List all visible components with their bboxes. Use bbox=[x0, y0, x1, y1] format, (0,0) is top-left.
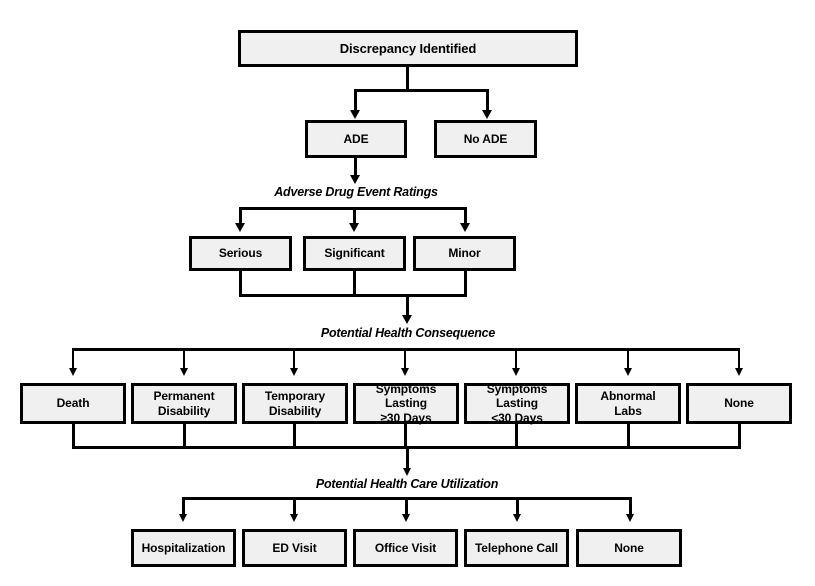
connector-death-drop bbox=[72, 348, 74, 368]
connector-hospitalization-drop bbox=[182, 497, 185, 514]
node-none-consequence: None bbox=[686, 383, 792, 424]
connector-ed-visit-drop bbox=[293, 497, 296, 514]
node-label: Serious bbox=[218, 246, 263, 261]
node-label: None bbox=[614, 540, 644, 555]
connector-temporary-disability-drop bbox=[293, 348, 295, 368]
connector-level1-bus bbox=[354, 89, 489, 92]
arrowhead-office-visit bbox=[402, 514, 410, 522]
node-ed-visit: ED Visit bbox=[242, 529, 347, 567]
connector-significant-drop bbox=[353, 207, 356, 223]
node-minor: Minor bbox=[413, 236, 516, 271]
arrowhead-permanent-disability bbox=[180, 368, 188, 376]
node-label: ADE bbox=[343, 131, 369, 146]
node-label: None bbox=[724, 396, 754, 411]
caption-adverse-drug-event-ratings: Adverse Drug Event Ratings bbox=[274, 185, 438, 199]
connector-telephone-call-drop bbox=[516, 497, 519, 514]
node-label: No ADE bbox=[463, 131, 508, 146]
node-symptoms-lasting-lt30-days: Symptoms Lasting <30 Days bbox=[464, 382, 570, 425]
arrowhead-ade bbox=[350, 110, 360, 119]
arrowhead-minor bbox=[460, 223, 470, 232]
connector-serious-drop bbox=[239, 207, 242, 223]
arrowhead-ratings-caption bbox=[350, 175, 360, 184]
connector-ade-to-ratings bbox=[354, 158, 357, 175]
connector-minor-drop bbox=[464, 207, 467, 223]
arrowhead-telephone-call bbox=[513, 514, 521, 522]
connector-noade-drop bbox=[486, 89, 489, 110]
arrowhead-abnormal-labs bbox=[624, 368, 632, 376]
node-label: Hospitalization bbox=[141, 540, 226, 555]
connector-symptoms-ge30-drop bbox=[404, 348, 406, 368]
arrowhead-ed-visit bbox=[290, 514, 298, 522]
connector-symptoms-lt30-drop bbox=[515, 348, 517, 368]
arrowhead-utilization-caption bbox=[403, 468, 411, 476]
connector-none-utilization-drop bbox=[629, 497, 632, 514]
node-telephone-call: Telephone Call bbox=[464, 529, 569, 567]
node-label: Telephone Call bbox=[474, 540, 559, 555]
node-serious: Serious bbox=[189, 236, 292, 271]
node-abnormal-labs: Abnormal Labs bbox=[575, 383, 681, 424]
node-label: Minor bbox=[448, 246, 481, 261]
arrowhead-noade bbox=[482, 110, 492, 119]
arrowhead-serious bbox=[235, 223, 245, 232]
node-label: Abnormal Labs bbox=[600, 389, 656, 418]
node-label: Permanent Disability bbox=[153, 389, 215, 418]
connector-permanent-disability-drop bbox=[183, 348, 185, 368]
node-permanent-disability: Permanent Disability bbox=[131, 383, 237, 424]
connector-merge-to-utilization bbox=[406, 446, 409, 468]
arrowhead-death bbox=[69, 368, 77, 376]
flowchart-canvas: Discrepancy Identified ADE No ADE Advers… bbox=[0, 0, 815, 586]
arrowhead-none-utilization bbox=[626, 514, 634, 522]
node-label: ED Visit bbox=[272, 540, 317, 555]
node-label: Temporary Disability bbox=[264, 389, 326, 418]
connector-root-stem bbox=[406, 67, 409, 89]
connector-ratings-merge-bar bbox=[239, 294, 467, 297]
arrowhead-consequence-caption bbox=[402, 315, 412, 324]
node-ade: ADE bbox=[305, 120, 407, 158]
arrowhead-symptoms-lt30 bbox=[512, 368, 520, 376]
connector-merge-to-consequence bbox=[406, 294, 409, 315]
node-label: Death bbox=[56, 396, 90, 411]
node-symptoms-lasting-ge30-days: Symptoms Lasting ≥30 Days bbox=[353, 382, 459, 425]
node-discrepancy-identified: Discrepancy Identified bbox=[238, 30, 578, 67]
connector-none-consequence-drop bbox=[738, 348, 740, 368]
connector-abnormal-labs-drop bbox=[627, 348, 629, 368]
node-none-utilization: None bbox=[576, 529, 682, 567]
node-office-visit: Office Visit bbox=[353, 529, 458, 567]
node-temporary-disability: Temporary Disability bbox=[242, 383, 348, 424]
arrowhead-symptoms-ge30 bbox=[401, 368, 409, 376]
node-label: Significant bbox=[324, 246, 385, 261]
connector-office-visit-drop bbox=[405, 497, 408, 514]
node-hospitalization: Hospitalization bbox=[131, 529, 236, 567]
node-label: Symptoms Lasting ≥30 Days bbox=[375, 382, 437, 425]
node-no-ade: No ADE bbox=[434, 120, 537, 158]
node-label: Symptoms Lasting <30 Days bbox=[486, 382, 548, 425]
connector-consequence-bus bbox=[72, 348, 740, 351]
node-label: Office Visit bbox=[374, 540, 437, 555]
node-significant: Significant bbox=[303, 236, 406, 271]
arrowhead-significant bbox=[349, 223, 359, 232]
connector-ade-drop bbox=[354, 89, 357, 110]
node-label: Discrepancy Identified bbox=[339, 40, 477, 56]
caption-potential-health-care-utilization: Potential Health Care Utilization bbox=[315, 477, 499, 491]
arrowhead-none-consequence bbox=[735, 368, 743, 376]
arrowhead-hospitalization bbox=[179, 514, 187, 522]
arrowhead-temporary-disability bbox=[290, 368, 298, 376]
caption-potential-health-consequence: Potential Health Consequence bbox=[320, 326, 496, 340]
node-death: Death bbox=[20, 383, 126, 424]
